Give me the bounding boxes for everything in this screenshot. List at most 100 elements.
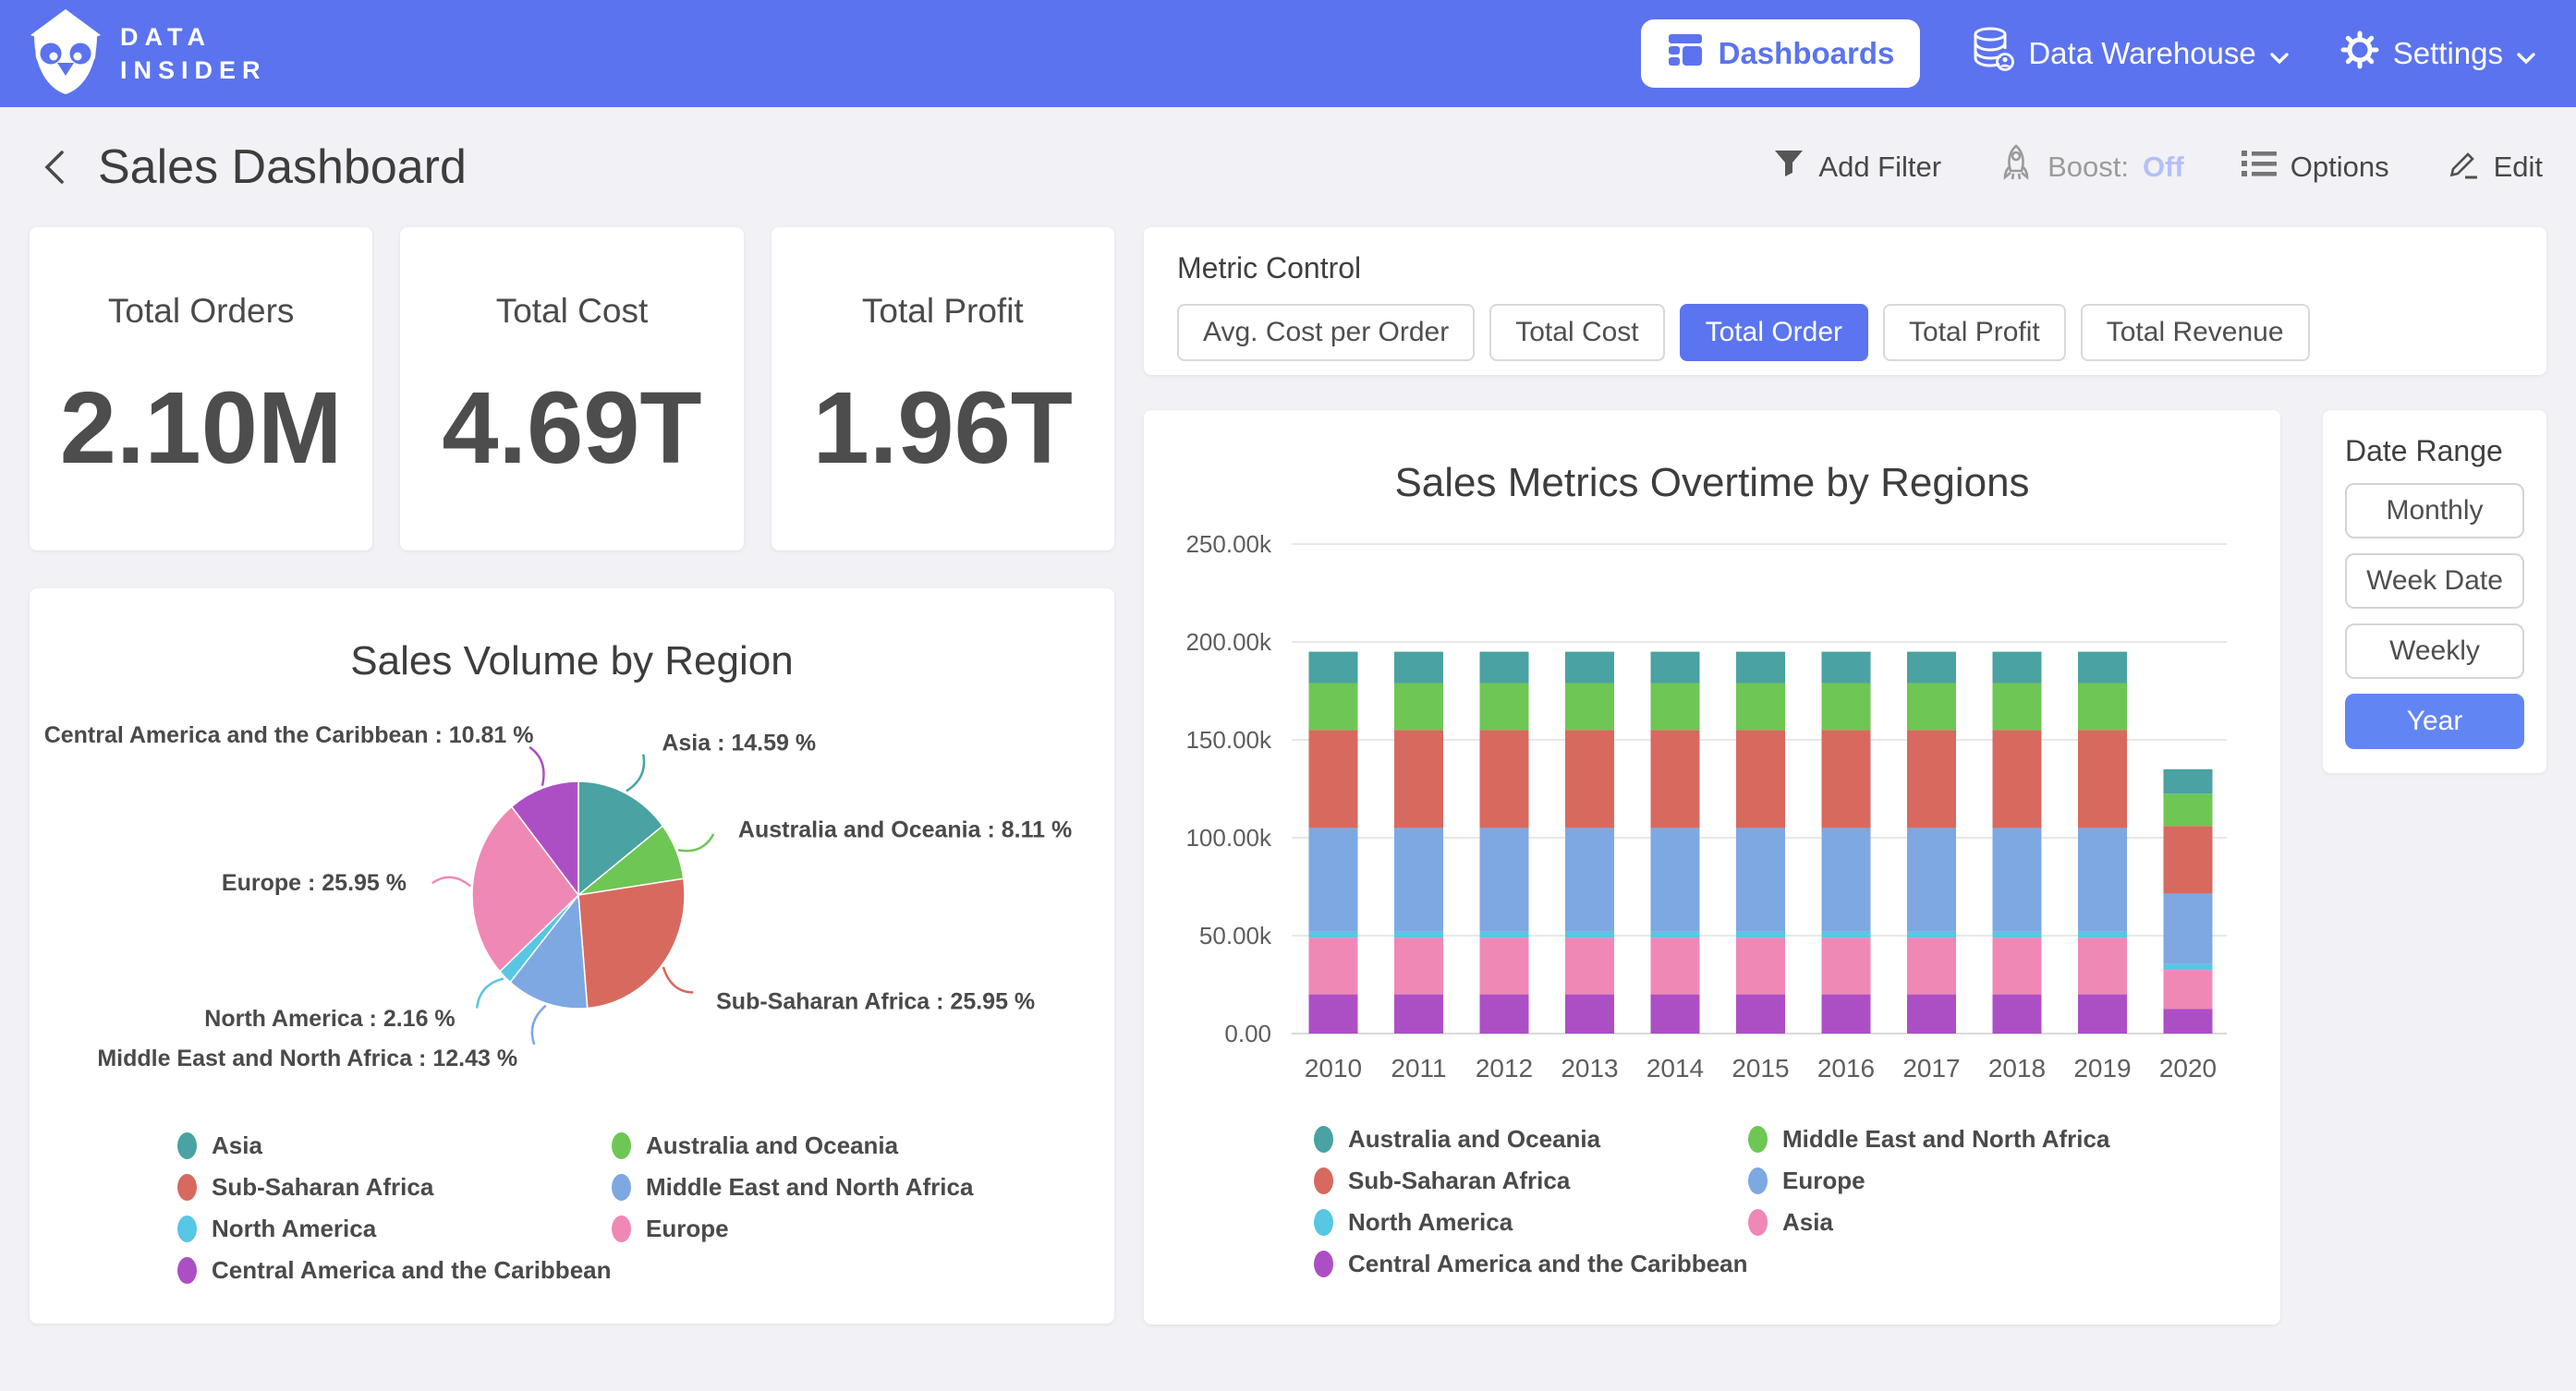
legend-item-australia-and-oceania[interactable]: Australia and Oceania xyxy=(612,1130,1046,1161)
kpi-card-total-profit: Total Profit 1.96T xyxy=(772,227,1114,550)
pie-label-line xyxy=(432,877,470,887)
legend-label: North America xyxy=(1348,1208,1513,1237)
date-range-card: Date Range MonthlyWeek DateWeeklyYear xyxy=(2323,410,2546,773)
pie-legend: Asia Sub-Saharan Africa North America Centr… xyxy=(30,1130,1114,1286)
add-filter-button[interactable]: Add Filter xyxy=(1773,148,1941,187)
bar-segment-2018-europe xyxy=(1993,828,2042,931)
date-range-options: Monthly Week Date Weekly Year xyxy=(2345,483,2524,749)
bar-segment-2014-middle-east-and-north-africa xyxy=(1651,683,1700,731)
kpi-card-total-orders: Total Orders 2.10M xyxy=(30,227,372,550)
bar-segment-2015-central-america-and-the-caribbean xyxy=(1736,995,1785,1034)
legend-dot xyxy=(1314,1209,1333,1236)
pie-chart: Asia : 14.59 %Australia and Oceania : 8.… xyxy=(30,684,1114,1124)
pie-slice-label: Sub-Saharan Africa : 25.95 % xyxy=(716,989,1035,1015)
legend-item-europe[interactable]: Europe xyxy=(612,1213,1046,1244)
bar-segment-2013-sub-saharan-africa xyxy=(1565,730,1614,828)
nav-settings-button[interactable]: Settings xyxy=(2340,30,2535,77)
kpi-value: 1.96T xyxy=(813,369,1073,487)
bar-segment-2012-central-america-and-the-caribbean xyxy=(1480,995,1529,1034)
kpi-label: Total Profit xyxy=(862,292,1024,331)
bar-segment-2014-europe xyxy=(1651,828,1700,931)
legend-item-north-america[interactable]: North America xyxy=(177,1213,612,1244)
legend-dot xyxy=(1748,1126,1768,1153)
list-options-icon xyxy=(2242,149,2277,186)
bar-segment-2010-asia xyxy=(1309,937,1358,994)
legend-item-middle-east-and-north-africa[interactable]: Middle East and North Africa xyxy=(1748,1123,2182,1155)
bar-segment-2010-sub-saharan-africa xyxy=(1309,730,1358,828)
bar-segment-2017-sub-saharan-africa xyxy=(1907,730,1956,828)
bar-segment-2014-central-america-and-the-caribbean xyxy=(1651,995,1700,1034)
date-range-option-weekly[interactable]: Weekly xyxy=(2345,623,2524,679)
legend-label: Middle East and North Africa xyxy=(1782,1125,2109,1154)
metric-option-total-profit[interactable]: Total Profit xyxy=(1883,304,2066,361)
bar-segment-2016-north-america xyxy=(1822,932,1871,937)
bar-segment-2019-australia-and-oceania xyxy=(2078,652,2127,683)
bar-segment-2011-asia xyxy=(1394,937,1443,994)
pie-chart-title: Sales Volume by Region xyxy=(30,588,1114,684)
legend-item-north-america[interactable]: North America xyxy=(1314,1206,1748,1238)
edit-button[interactable]: Edit xyxy=(2447,147,2543,187)
date-range-option-year[interactable]: Year xyxy=(2345,694,2524,749)
legend-item-asia[interactable]: Asia xyxy=(1748,1206,2182,1238)
metric-option-total-order[interactable]: Total Order xyxy=(1680,304,1868,361)
legend-label: Central America and the Caribbean xyxy=(1348,1250,1748,1278)
bar-segment-2013-north-america xyxy=(1565,932,1614,937)
y-axis-tick: 100.00k xyxy=(1185,824,1272,852)
bar-segment-2018-sub-saharan-africa xyxy=(1993,730,2042,828)
legend-dot xyxy=(177,1132,197,1159)
legend-dot xyxy=(177,1257,197,1284)
legend-item-middle-east-and-north-africa[interactable]: Middle East and North Africa xyxy=(612,1171,1046,1203)
legend-item-central-america-and-the-caribbean[interactable]: Central America and the Caribbean xyxy=(1314,1248,1748,1279)
bar-segment-2020-europe xyxy=(2164,893,2213,963)
legend-dot xyxy=(1314,1126,1333,1153)
kpi-label: Total Orders xyxy=(108,292,295,331)
bar-segment-2015-australia-and-oceania xyxy=(1736,652,1785,683)
page-title: Sales Dashboard xyxy=(98,139,467,195)
pie-slice-label: Asia : 14.59 % xyxy=(662,731,816,756)
bar-segment-2011-europe xyxy=(1394,828,1443,931)
y-axis-tick: 250.00k xyxy=(1185,530,1272,558)
options-button[interactable]: Options xyxy=(2242,149,2389,186)
metric-control-title: Metric Control xyxy=(1177,251,2513,285)
bar-segment-2012-north-america xyxy=(1480,932,1529,937)
nav-data-warehouse-button[interactable]: Data Warehouse xyxy=(1972,27,2288,80)
date-range-option-week-date[interactable]: Week Date xyxy=(2345,553,2524,609)
pie-label-line xyxy=(663,967,693,993)
bar-segment-2011-north-america xyxy=(1394,932,1443,937)
metric-option-total-cost[interactable]: Total Cost xyxy=(1489,304,1664,361)
bar-segment-2019-sub-saharan-africa xyxy=(2078,730,2127,828)
bar-legend: Australia and Oceania Sub-Saharan Africa N… xyxy=(1144,1123,2280,1279)
legend-item-europe[interactable]: Europe xyxy=(1748,1165,2182,1196)
legend-item-australia-and-oceania[interactable]: Australia and Oceania xyxy=(1314,1123,1748,1155)
pie-slice-label: Europe : 25.95 % xyxy=(222,870,407,896)
nav-data-warehouse-label: Data Warehouse xyxy=(2028,36,2255,71)
kpi-card-total-cost: Total Cost 4.69T xyxy=(400,227,743,550)
bar-segment-2016-europe xyxy=(1822,828,1871,931)
boost-toggle[interactable]: Boost: Off xyxy=(1999,144,2184,190)
legend-item-central-america-and-the-caribbean[interactable]: Central America and the Caribbean xyxy=(177,1254,612,1286)
bar-segment-2013-australia-and-oceania xyxy=(1565,652,1614,683)
bar-segment-2018-middle-east-and-north-africa xyxy=(1993,683,2042,731)
back-button[interactable] xyxy=(33,147,74,187)
nav-dashboards-button[interactable]: Dashboards xyxy=(1641,19,1921,88)
bar-segment-2011-middle-east-and-north-africa xyxy=(1394,683,1443,731)
legend-item-sub-saharan-africa[interactable]: Sub-Saharan Africa xyxy=(177,1171,612,1203)
options-label: Options xyxy=(2290,151,2389,184)
edit-label: Edit xyxy=(2494,151,2543,184)
bar-segment-2011-central-america-and-the-caribbean xyxy=(1394,995,1443,1034)
bar-segment-2012-australia-and-oceania xyxy=(1480,652,1529,683)
bar-segment-2012-middle-east-and-north-africa xyxy=(1480,683,1529,731)
legend-item-asia[interactable]: Asia xyxy=(177,1130,612,1161)
bar-segment-2015-europe xyxy=(1736,828,1785,931)
filter-funnel-icon xyxy=(1773,148,1804,187)
date-range-option-monthly[interactable]: Monthly xyxy=(2345,483,2524,538)
legend-item-sub-saharan-africa[interactable]: Sub-Saharan Africa xyxy=(1314,1165,1748,1196)
metric-option-total-revenue[interactable]: Total Revenue xyxy=(2081,304,2310,361)
bar-segment-2017-europe xyxy=(1907,828,1956,931)
legend-dot xyxy=(1314,1251,1333,1277)
metric-option-avg-cost-per-order[interactable]: Avg. Cost per Order xyxy=(1177,304,1475,361)
legend-label: Australia and Oceania xyxy=(1348,1125,1600,1154)
x-axis-tick: 2010 xyxy=(1305,1054,1362,1083)
bar-segment-2020-middle-east-and-north-africa xyxy=(2164,793,2213,826)
legend-dot xyxy=(612,1216,631,1242)
